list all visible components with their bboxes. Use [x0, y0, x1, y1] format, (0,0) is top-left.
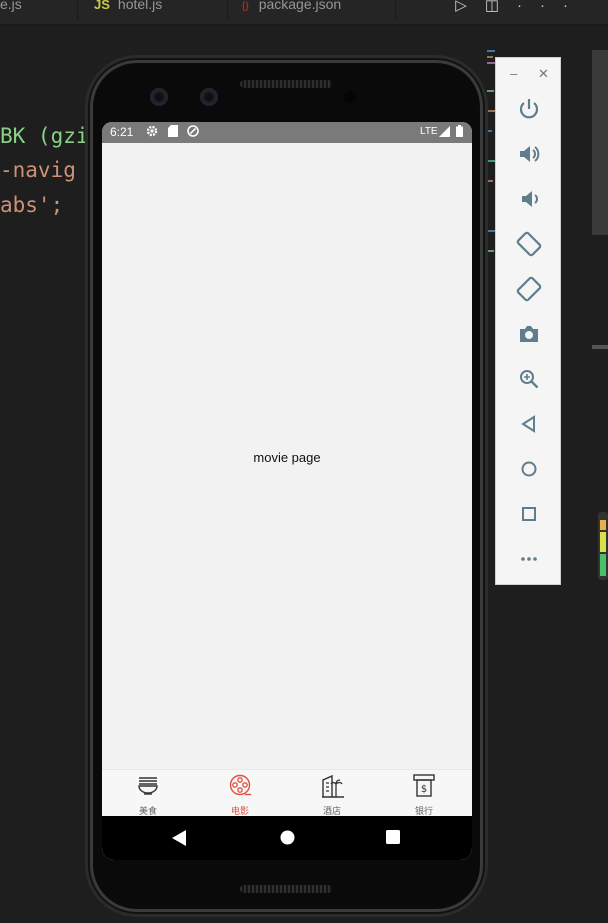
phone-screen: 6:21 LTE movie page 美食 电影 酒店 $ 银行: [102, 122, 472, 860]
editor-scrollbar[interactable]: [592, 50, 608, 235]
rotate-right-icon[interactable]: [514, 274, 544, 304]
sd-card-icon: [168, 125, 178, 140]
signal-icon: [439, 126, 450, 140]
settings-gear-icon: [146, 125, 158, 140]
editor-tab-bar: e.js JS hotel.js {} package.json ▷◫···: [0, 0, 608, 25]
overview-icon[interactable]: [514, 499, 544, 529]
audio-meter: [598, 512, 608, 580]
volume-down-icon[interactable]: [514, 184, 544, 214]
js-file-icon: JS: [94, 0, 110, 12]
tab-bank[interactable]: $ 银行: [378, 770, 470, 817]
run-icon[interactable]: ▷: [455, 0, 485, 14]
tab-food[interactable]: 美食: [102, 770, 194, 817]
more-actions-icon[interactable]: ···: [517, 0, 586, 14]
zoom-icon[interactable]: [514, 364, 544, 394]
battery-icon: [456, 125, 463, 140]
split-editor-icon[interactable]: ◫: [485, 0, 517, 14]
json-file-icon: {}: [242, 1, 249, 12]
status-time: 6:21: [110, 125, 134, 139]
back-nav-icon[interactable]: [172, 830, 186, 846]
home-icon[interactable]: [514, 454, 544, 484]
proximity-sensor: [344, 91, 356, 103]
close-icon[interactable]: ✕: [538, 66, 549, 82]
screenshot-icon[interactable]: [514, 319, 544, 349]
front-camera: [150, 88, 168, 106]
editor-actions: ▷◫···: [455, 0, 586, 14]
tab-hotel[interactable]: 酒店: [286, 770, 378, 817]
back-icon[interactable]: [514, 409, 544, 439]
editor-tab-package-json[interactable]: {} package.json: [228, 0, 396, 20]
recents-nav-icon[interactable]: [386, 830, 400, 844]
bottom-speaker: [240, 885, 332, 893]
editor-tab-e-js[interactable]: e.js: [0, 0, 78, 20]
home-nav-icon[interactable]: [280, 830, 295, 845]
tab-movie[interactable]: 电影: [194, 770, 286, 817]
volume-up-icon[interactable]: [514, 139, 544, 169]
hotel-building-icon: [322, 774, 344, 798]
status-bar: 6:21 LTE: [102, 122, 472, 143]
svg-text:$: $: [421, 784, 427, 795]
bank-atm-icon: $: [413, 774, 435, 797]
minimize-icon[interactable]: –: [510, 66, 517, 81]
bottom-tab-bar: 美食 电影 酒店 $ 银行: [102, 769, 472, 817]
panel-divider: [592, 345, 608, 349]
network-type: LTE: [420, 126, 438, 137]
front-camera-2: [200, 88, 218, 106]
power-icon[interactable]: [514, 94, 544, 124]
code-line-3: abs';: [0, 193, 64, 217]
code-line-2: -navig: [0, 158, 76, 182]
more-icon[interactable]: [514, 544, 544, 574]
system-nav-bar: [102, 816, 472, 860]
rotate-left-icon[interactable]: [514, 229, 544, 259]
film-reel-icon: [229, 774, 251, 796]
sync-icon: [187, 125, 199, 140]
top-speaker: [240, 80, 332, 88]
code-line-1: BK (gzi: [0, 124, 89, 148]
page-title: movie page: [253, 450, 321, 465]
editor-tab-hotel-js[interactable]: JS hotel.js: [78, 0, 228, 20]
noodle-bowl-icon: [138, 777, 158, 795]
emulator-toolbar: – ✕: [495, 57, 561, 585]
